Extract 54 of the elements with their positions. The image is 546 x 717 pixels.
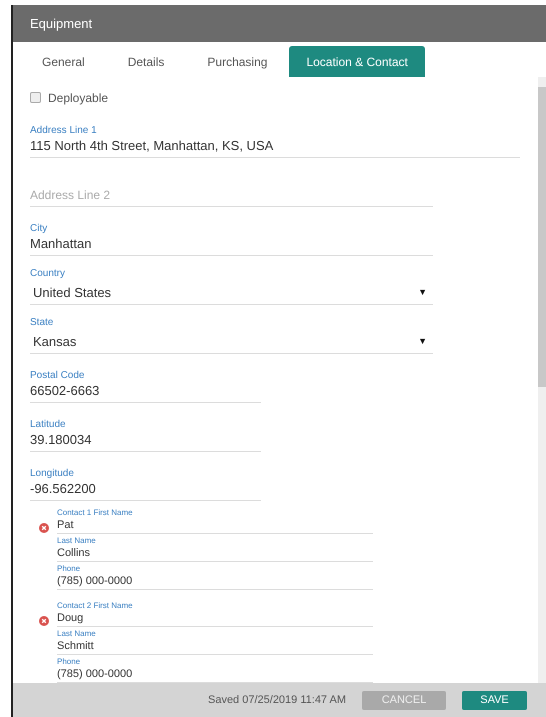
field-value: United States	[32, 284, 112, 302]
scrollbar[interactable]	[538, 77, 546, 683]
tab[interactable]: Location & Contact	[289, 46, 425, 77]
tab[interactable]: Purchasing	[186, 46, 288, 77]
field-value: Manhattan	[30, 234, 92, 253]
input-field[interactable]: Last Name Schmitt	[57, 628, 373, 656]
field-label: Longitude	[30, 467, 75, 480]
input-field[interactable]: Contact 2 First Name Doug	[57, 600, 373, 628]
input-field[interactable]: Last Name Collins	[57, 535, 373, 562]
field-value: 66502-6663	[30, 382, 100, 400]
dropdown-field[interactable]: Country United States ▼	[30, 260, 433, 305]
field-label: Last Name	[57, 629, 97, 640]
field-value: Doug	[57, 611, 84, 626]
field-label: Address Line 1	[30, 124, 98, 137]
dropdown-arrow-icon: ▼	[418, 335, 433, 349]
field-value: Collins	[57, 546, 92, 562]
input-field[interactable]: City Manhattan	[30, 212, 433, 256]
field-label: Postal Code	[30, 368, 86, 382]
field-value: (785) 000-0000	[57, 667, 134, 682]
input-field[interactable]: Contact 1 First Name Pat	[57, 507, 373, 534]
checkbox-label[interactable]: Deployable	[48, 88, 108, 107]
input-field[interactable]: Phone (785) 000-0000	[57, 563, 373, 590]
remove-icon[interactable]	[39, 523, 49, 534]
field-label: Country	[30, 266, 66, 280]
scrollbar-thumb[interactable]	[538, 87, 546, 387]
field-value: Schmitt	[57, 639, 95, 654]
remove-icon[interactable]	[39, 616, 49, 626]
field-label: Phone	[57, 657, 82, 668]
tab[interactable]: General	[21, 46, 106, 77]
field-value: -96.562200	[30, 480, 96, 498]
field-label: City	[30, 222, 48, 235]
field-label: Phone	[57, 564, 82, 574]
dropdown-field[interactable]: State Kansas ▼	[30, 310, 433, 354]
field-label: Latitude	[30, 418, 67, 431]
field-label: Last Name	[57, 536, 97, 546]
field-value: 115 North 4th Street, Manhattan, KS, USA	[30, 136, 274, 155]
checkbox[interactable]	[30, 92, 41, 104]
window-title: Equipment	[30, 14, 92, 33]
save-status: Saved 07/25/2019 11:47 AM	[208, 692, 346, 708]
placeholder: Address Line 2	[30, 186, 110, 204]
tab[interactable]: Details	[106, 46, 186, 77]
input-field[interactable]: Postal Code 66502-6663	[30, 358, 261, 403]
input-field[interactable]: Address Line 1 115 North 4th Street, Manhattan, KS, USA	[30, 114, 520, 158]
dropdown-arrow-icon: ▼	[418, 286, 433, 300]
input-field[interactable]: Longitude -96.562200	[30, 456, 261, 502]
input-field[interactable]: Latitude 39.180034	[30, 408, 261, 452]
field-label: State	[30, 316, 54, 329]
field-value: (785) 000-0000	[57, 574, 134, 590]
field-value: Kansas	[32, 332, 76, 351]
save-button[interactable]: SAVE	[462, 690, 527, 710]
field-label: Contact 2 First Name	[57, 601, 134, 612]
field-label: Contact 1 First Name	[57, 508, 134, 518]
field-value: Pat	[57, 518, 75, 534]
field-value: 39.180034	[30, 430, 92, 449]
